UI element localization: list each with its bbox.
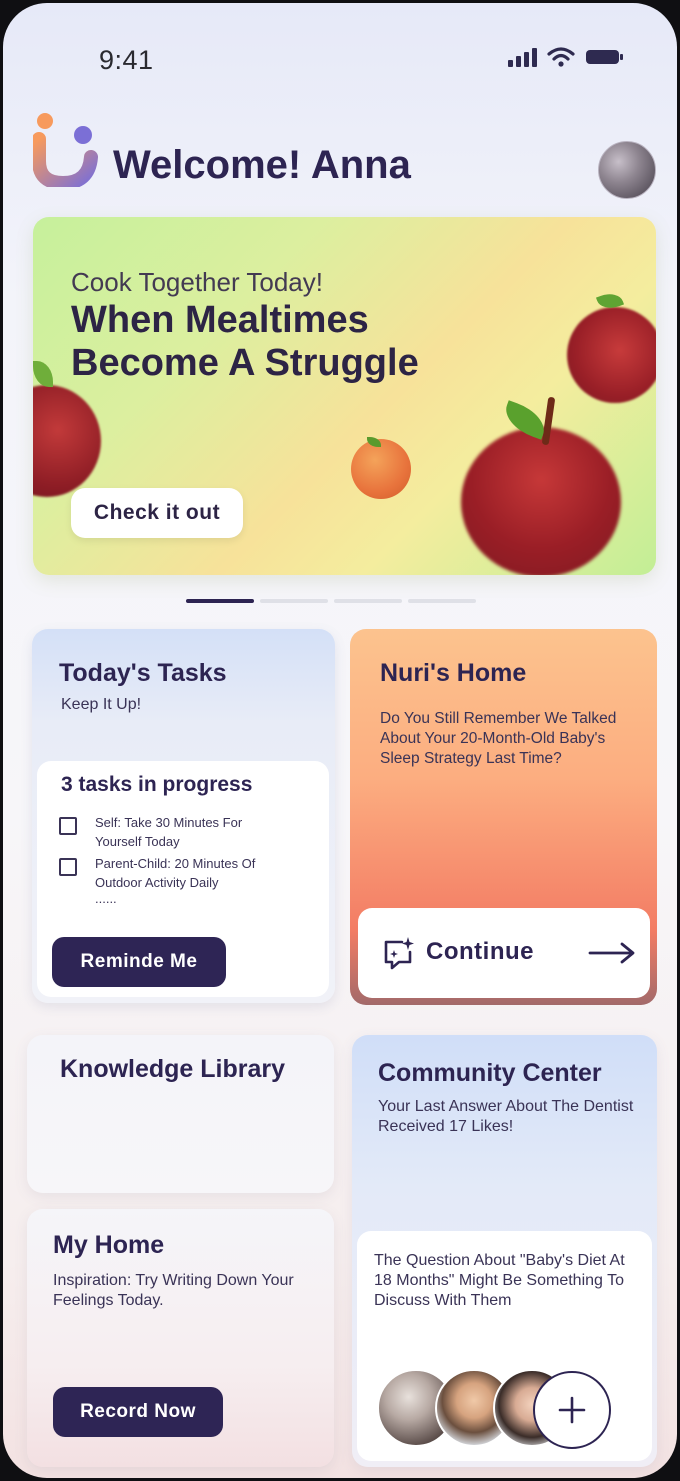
phone-screen: 9:41 Welcome! Anna Cook Together Today! … <box>3 3 677 1478</box>
apple-illustration <box>461 427 621 575</box>
promo-banner[interactable]: Cook Together Today! When Mealtimes Beco… <box>33 217 656 575</box>
continue-button[interactable]: Continue <box>358 908 650 998</box>
task-checkbox[interactable] <box>59 858 77 876</box>
my-home-card[interactable]: My Home Inspiration: Try Writing Down Yo… <box>27 1209 334 1467</box>
arrow-right-icon <box>588 942 635 964</box>
tasks-panel: 3 tasks in progress Self: Take 30 Minute… <box>37 761 329 997</box>
todays-tasks-card[interactable]: Today's Tasks Keep It Up! 3 tasks in pro… <box>32 629 335 1003</box>
apple-illustration <box>33 361 53 387</box>
status-bar: 9:41 <box>3 3 677 113</box>
myhome-text: Inspiration: Try Writing Down Your Feeli… <box>53 1272 294 1309</box>
pager-dot[interactable] <box>260 599 328 603</box>
task-label: Self: Take 30 Minutes For Yourself Today <box>95 815 243 849</box>
knowledge-title: Knowledge Library <box>60 1055 286 1083</box>
banner-subtitle: Cook Together Today! <box>71 267 323 297</box>
record-now-button[interactable]: Record Now <box>53 1387 223 1437</box>
remind-me-button[interactable]: Reminde Me <box>52 937 226 987</box>
pager-dot[interactable] <box>186 599 254 603</box>
myhome-title: My Home <box>53 1231 165 1259</box>
apple-illustration <box>33 385 101 497</box>
app-logo <box>33 113 98 187</box>
orange-illustration <box>351 439 411 499</box>
pager-dot[interactable] <box>334 599 402 603</box>
wifi-icon <box>547 47 575 67</box>
task-checkbox[interactable] <box>59 817 77 835</box>
tasks-title: Today's Tasks <box>59 659 227 687</box>
task-item[interactable]: Parent-Child: 20 Minutes Of Outdoor Acti… <box>59 854 285 892</box>
community-text: Your Last Answer About The Dentist Recei… <box>378 1098 634 1135</box>
welcome-title: Welcome! Anna <box>113 143 411 187</box>
add-member-button[interactable] <box>533 1371 611 1449</box>
task-item[interactable]: Self: Take 30 Minutes For Yourself Today <box>59 813 285 851</box>
community-question: The Question About "Baby's Diet At 18 Mo… <box>374 1252 625 1309</box>
banner-pager <box>186 599 476 603</box>
chat-sparkle-icon <box>384 937 414 970</box>
tasks-subtitle: Keep It Up! <box>61 696 142 713</box>
nuri-text: Do You Still Remember We Talked About Yo… <box>380 710 617 767</box>
battery-icon <box>586 50 623 64</box>
more-tasks-ellipsis: ...... <box>95 891 117 906</box>
community-panel: The Question About "Baby's Diet At 18 Mo… <box>357 1231 652 1461</box>
check-it-out-button[interactable]: Check it out <box>71 488 243 538</box>
knowledge-library-card[interactable]: Knowledge Library <box>27 1035 334 1193</box>
plus-icon <box>558 1396 586 1424</box>
apple-illustration <box>567 307 656 403</box>
nuris-home-card[interactable]: Nuri's Home Do You Still Remember We Tal… <box>350 629 657 1005</box>
header: Welcome! Anna <box>3 103 677 203</box>
community-title: Community Center <box>378 1059 602 1087</box>
continue-label: Continue <box>426 938 534 965</box>
task-label: Parent-Child: 20 Minutes Of Outdoor Acti… <box>95 856 256 890</box>
profile-avatar[interactable] <box>598 141 656 199</box>
community-center-card[interactable]: Community Center Your Last Answer About … <box>352 1035 657 1467</box>
status-time: 9:41 <box>99 45 154 75</box>
cellular-signal-icon <box>508 47 537 67</box>
status-icons <box>508 47 625 67</box>
nuri-title: Nuri's Home <box>380 659 527 687</box>
banner-title: When Mealtimes Become A Struggle <box>71 299 419 384</box>
pager-dot[interactable] <box>408 599 476 603</box>
tasks-progress: 3 tasks in progress <box>61 773 253 796</box>
